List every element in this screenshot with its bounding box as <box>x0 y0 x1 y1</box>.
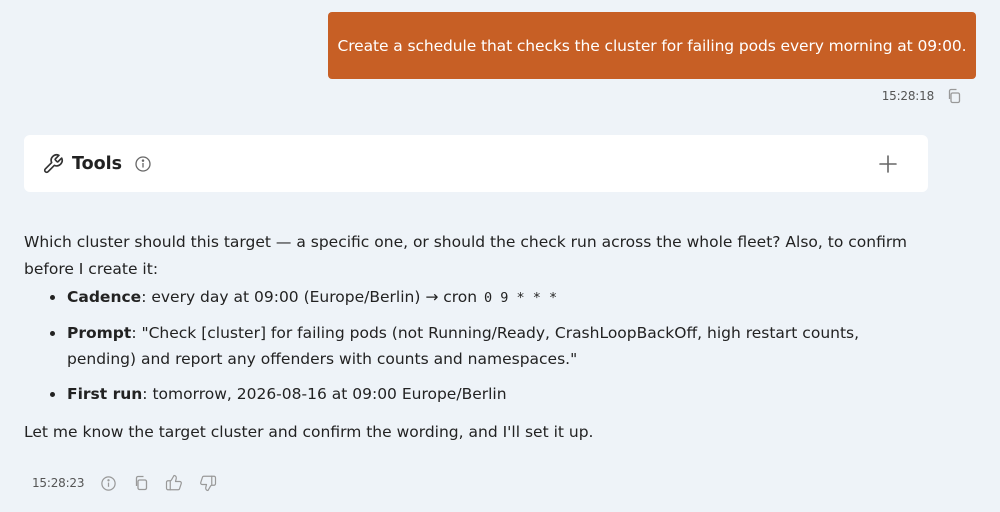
copy-icon[interactable] <box>946 88 962 104</box>
list-item-first-run: First run: tomorrow, 2026-08-16 at 09:00… <box>50 381 924 408</box>
user-message-meta: 15:28:18 <box>882 88 962 104</box>
cadence-text: : every day at 09:00 (Europe/Berlin) → c… <box>141 288 483 306</box>
tools-panel[interactable]: Tools <box>24 135 928 192</box>
cadence-label: Cadence <box>67 288 142 306</box>
list-item-cadence: Cadence: every day at 09:00 (Europe/Berl… <box>50 284 924 312</box>
copy-icon[interactable] <box>133 475 149 491</box>
assistant-message-timestamp: 15:28:23 <box>32 476 85 490</box>
user-message-text: Create a schedule that checks the cluste… <box>337 36 967 55</box>
first-run-text: : tomorrow, 2026-08-16 at 09:00 Europe/B… <box>142 384 507 403</box>
cron-code: 0 9 * * * <box>484 290 558 306</box>
list-item-prompt: Prompt: "Check [cluster] for failing pod… <box>50 320 924 373</box>
chat-view: Create a schedule that checks the cluste… <box>0 0 1000 512</box>
assistant-closing: Let me know the target cluster and confi… <box>24 423 594 441</box>
plus-icon[interactable] <box>878 154 898 174</box>
assistant-list: Cadence: every day at 09:00 (Europe/Berl… <box>50 284 924 408</box>
info-icon[interactable] <box>134 155 152 173</box>
tools-title: Tools <box>72 153 123 174</box>
prompt-text: : "Check [cluster] for failing pods (not… <box>67 323 860 369</box>
thumbs-up-icon[interactable] <box>165 474 183 492</box>
assistant-message: Which cluster should this target — a spe… <box>24 229 924 446</box>
user-message-bubble: Create a schedule that checks the cluste… <box>328 12 976 79</box>
wrench-icon <box>42 153 64 175</box>
assistant-message-meta: 15:28:23 <box>32 474 233 492</box>
first-run-label: First run <box>67 384 143 403</box>
user-message-timestamp: 15:28:18 <box>881 89 934 103</box>
assistant-intro: Which cluster should this target — a spe… <box>24 233 908 278</box>
info-icon[interactable] <box>100 475 117 492</box>
prompt-label: Prompt <box>67 323 132 342</box>
thumbs-down-icon[interactable] <box>199 474 217 492</box>
